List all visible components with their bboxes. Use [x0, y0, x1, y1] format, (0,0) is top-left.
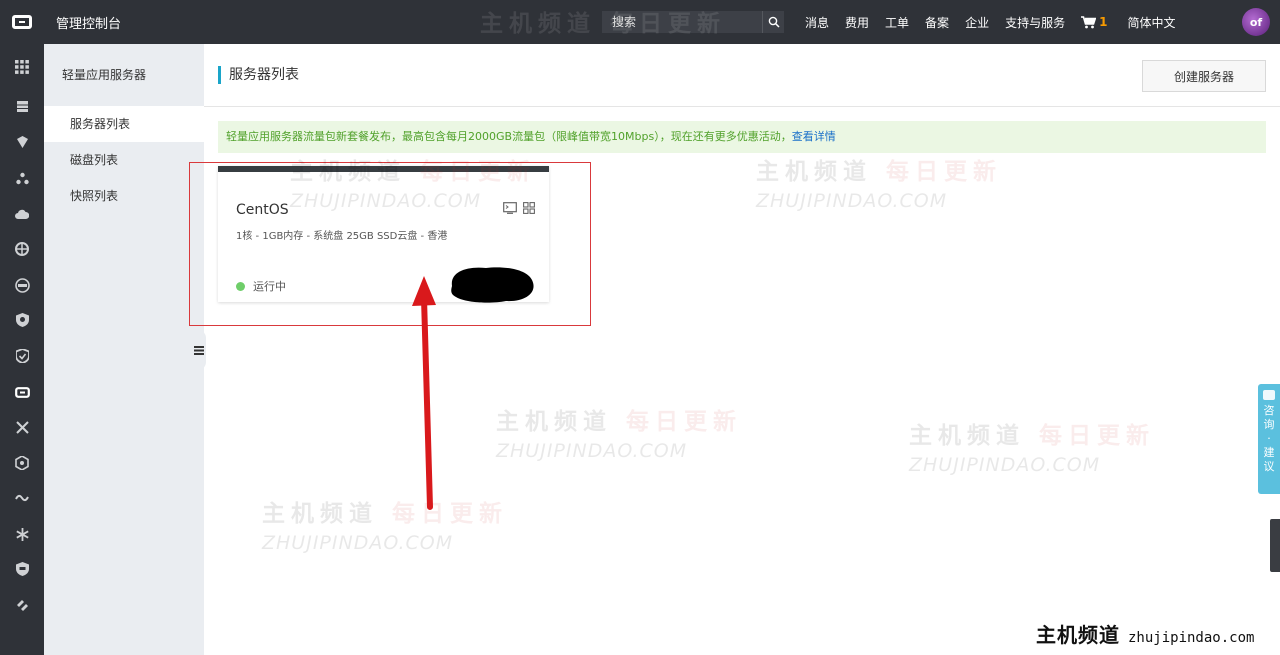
server-specs: 1核 - 1GB内存 - 系统盘 25GB SSD云盘 - 香港 — [236, 231, 448, 242]
nav-messages[interactable]: 消息 — [805, 14, 829, 31]
watermark: 主机频道 每日更新 ZHUJIPINDAO.COM — [909, 422, 1156, 476]
language-switch[interactable]: 简体中文 — [1127, 14, 1175, 31]
feedback-char: 建 — [1263, 446, 1275, 459]
aliyun-logo-icon[interactable] — [0, 0, 44, 44]
dns-icon[interactable] — [14, 277, 30, 293]
server-status: 运行中 — [236, 278, 286, 294]
promo-notice: 轻量应用服务器流量包新套餐发布，最高包含每月2000GB流量包（限峰值带宽10M… — [218, 121, 1266, 153]
badge-shield-icon[interactable] — [14, 561, 30, 577]
nav-icp[interactable]: 备案 — [925, 14, 949, 31]
cart-button[interactable]: 1 — [1081, 15, 1107, 29]
server-status-label: 运行中 — [253, 280, 286, 293]
site-brand: 主机频道 zhujipindao.com — [1036, 619, 1254, 648]
watermark: 主机频道 每日更新 ZHUJIPINDAO.COM — [496, 408, 743, 462]
connector-icon[interactable] — [14, 596, 30, 612]
brand-cn: 主机频道 — [1036, 623, 1120, 647]
feedback-char: · — [1267, 432, 1271, 445]
top-navbar: 管理控制台 消息 费用 工单 备案 企业 支持与服务 1 简体中文 of — [0, 0, 1280, 44]
nav-support[interactable]: 支持与服务 — [1005, 14, 1065, 31]
shield-heart-icon[interactable] — [14, 134, 30, 150]
server-os-name: CentOS — [236, 202, 289, 218]
remote-terminal-icon[interactable] — [503, 202, 517, 214]
brand-en: zhujipindao.com — [1128, 630, 1255, 646]
list-icon[interactable] — [14, 98, 30, 114]
search-input[interactable] — [602, 11, 762, 33]
watermark: 主机频道 每日更新 ZHUJIPINDAO.COM — [756, 158, 1003, 212]
feedback-char: 议 — [1263, 460, 1275, 473]
cart-count-badge: 1 — [1099, 15, 1108, 29]
lightweight-server-icon[interactable] — [14, 384, 30, 400]
search-icon[interactable] — [762, 11, 784, 33]
product-sidebar: 轻量应用服务器 服务器列表 磁盘列表 快照列表 — [44, 44, 204, 655]
top-nav-links: 消息 费用 工单 备案 企业 支持与服务 1 简体中文 — [797, 0, 1183, 44]
console-title[interactable]: 管理控制台 — [56, 13, 121, 32]
feedback-char: 询 — [1263, 418, 1275, 431]
feedback-widget[interactable]: 咨 询 · 建 议 — [1258, 384, 1280, 494]
network-icon[interactable] — [14, 170, 30, 186]
create-server-button[interactable]: 创建服务器 — [1142, 60, 1266, 92]
menu-icon — [194, 346, 204, 355]
status-running-icon — [236, 281, 245, 291]
more-apps-icon[interactable] — [523, 202, 535, 214]
nav-enterprise[interactable]: 企业 — [965, 14, 989, 31]
user-avatar[interactable]: of — [1242, 8, 1270, 36]
search-box — [602, 11, 784, 33]
globe-icon[interactable] — [14, 241, 30, 257]
snowflake-icon[interactable] — [14, 526, 30, 542]
shield-check-icon[interactable] — [14, 348, 30, 364]
watermark: 主机频道 每日更新 ZHUJIPINDAO.COM — [262, 500, 509, 554]
nav-tickets[interactable]: 工单 — [885, 14, 909, 31]
sidebar-title: 轻量应用服务器 — [62, 68, 147, 82]
page-header: 服务器列表 创建服务器 — [204, 44, 1280, 107]
promo-details-link[interactable]: 查看详情 — [792, 130, 836, 143]
annotation-arrow — [412, 276, 436, 510]
cube-icon[interactable] — [14, 455, 30, 471]
nav-billing[interactable]: 费用 — [845, 14, 869, 31]
sidebar-item-disk-list[interactable]: 磁盘列表 — [44, 142, 204, 178]
product-icon-bar — [0, 44, 44, 655]
promo-notice-text: 轻量应用服务器流量包新套餐发布，最高包含每月2000GB流量包（限峰值带宽10M… — [226, 130, 792, 143]
sidebar-item-server-list[interactable]: 服务器列表 — [44, 106, 204, 142]
card-actions — [503, 202, 535, 214]
cross-arrows-icon[interactable] — [14, 419, 30, 435]
cart-icon — [1081, 15, 1097, 28]
page-title: 服务器列表 — [218, 66, 299, 84]
cloud-upload-icon[interactable] — [14, 206, 30, 222]
feedback-char: 咨 — [1263, 404, 1275, 417]
grid-icon[interactable] — [14, 59, 30, 75]
console-app: 管理控制台 消息 费用 工单 备案 企业 支持与服务 1 简体中文 of — [0, 0, 1280, 655]
sidebar-item-snapshot-list[interactable]: 快照列表 — [44, 178, 204, 214]
side-tool-widget[interactable] — [1270, 519, 1280, 572]
server-card[interactable]: CentOS 1核 - 1GB内存 - 系统盘 25GB SSD云盘 - 香港 … — [218, 166, 549, 303]
security-shield-icon[interactable] — [14, 312, 30, 328]
chat-icon — [1263, 390, 1275, 400]
sidebar-collapse-handle[interactable] — [192, 330, 206, 370]
wave-icon[interactable] — [14, 490, 30, 506]
